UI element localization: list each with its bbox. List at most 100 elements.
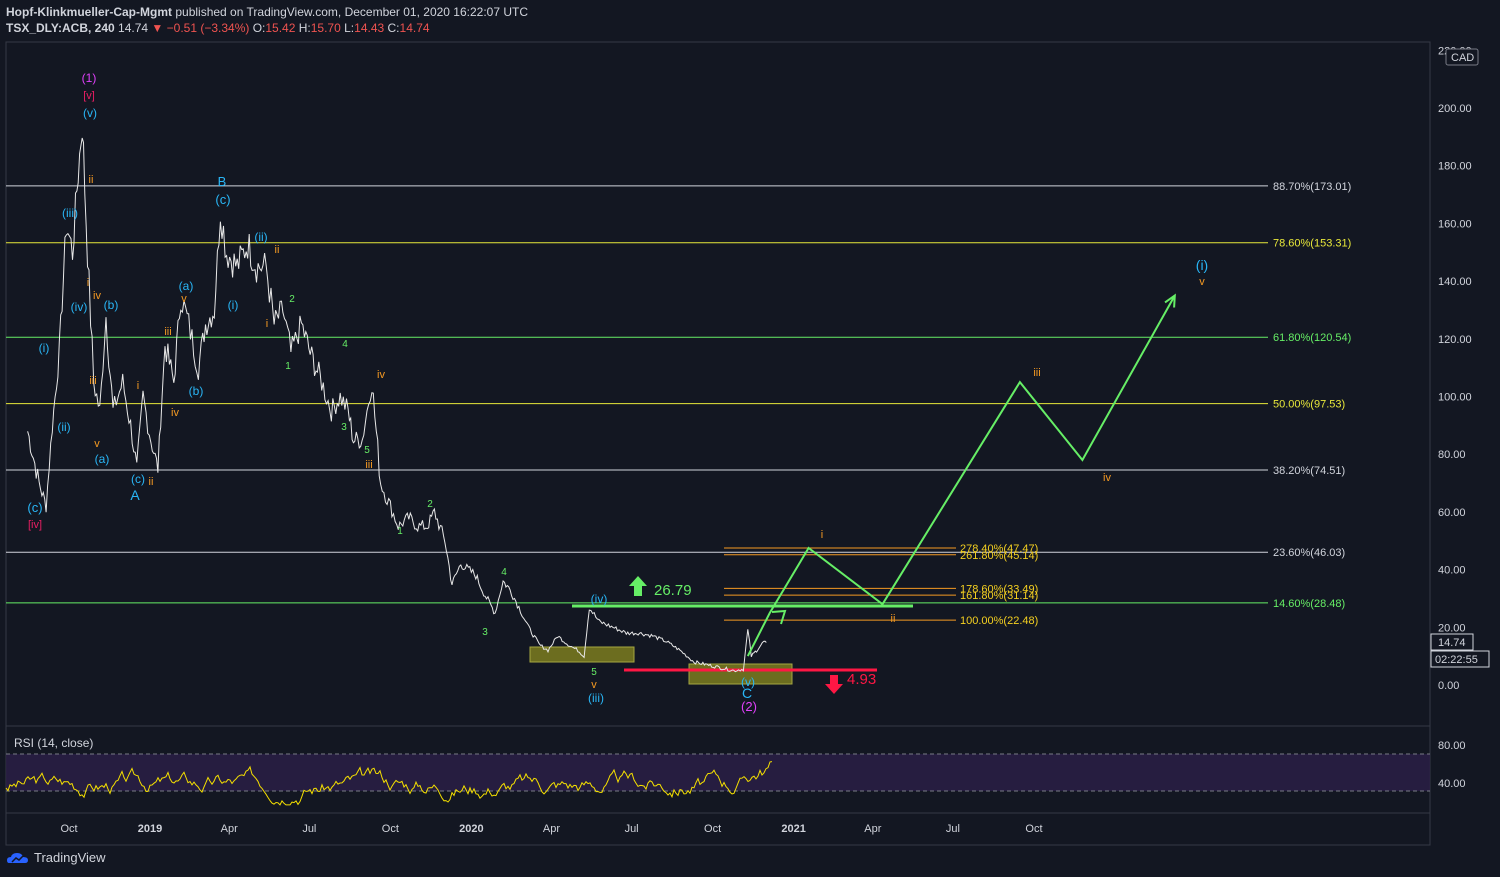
wave-label: i (821, 529, 823, 541)
countdown-text: 02:22:55 (1435, 654, 1478, 666)
price-tick-label: 60.00 (1438, 507, 1466, 519)
wave-label: iii (365, 459, 372, 471)
projection-start-arrowhead (771, 609, 787, 625)
ext-level-label: 261.80%(45.14) (960, 550, 1038, 562)
fib-level-label: 88.70%(173.01) (1273, 181, 1351, 193)
time-tick-label: Oct (704, 823, 721, 835)
rsi-label: RSI (14, close) (14, 736, 93, 750)
wave-label: (i) (228, 298, 239, 312)
wave-label: v (181, 293, 187, 305)
price-tick-label: 160.00 (1438, 218, 1472, 230)
price-tick-label: 140.00 (1438, 276, 1472, 288)
up-target-label: 26.79 (654, 582, 692, 599)
wave-label: 2 (427, 499, 433, 510)
wave-label: A (130, 487, 140, 503)
down-target-label: 4.93 (847, 671, 876, 688)
time-tick-label: Jul (302, 823, 316, 835)
wave-label: iv (93, 290, 101, 302)
wave-label: (ii) (254, 230, 267, 244)
time-axis: Oct 2019 Apr Jul Oct 2020 Apr Jul Oct 2021 Apr Jul O… (60, 823, 1042, 835)
tradingview-cloud-icon (7, 852, 28, 863)
wave-label: (i) (39, 341, 50, 355)
wave-label: v (591, 679, 597, 691)
wave-label: (c) (131, 472, 145, 486)
wave-label: (a) (95, 452, 110, 466)
wave-label: (b) (104, 298, 119, 312)
fib-level-label: 78.60%(153.31) (1273, 238, 1351, 250)
wave-label: (c) (215, 192, 230, 207)
price-tick-label: 20.00 (1438, 622, 1466, 634)
wave-label: (iii) (588, 691, 604, 705)
ext-level-label: 161.80%(31.14) (960, 590, 1038, 602)
wave-label: (b) (189, 384, 204, 398)
wave-label: 5 (364, 445, 370, 456)
fib-level-label: 61.80%(120.54) (1273, 332, 1351, 344)
wave-label: ii (891, 613, 896, 625)
rsi-tick-40: 40.00 (1438, 778, 1466, 790)
wave-label: (v) (83, 106, 97, 120)
wave-label: 1 (285, 361, 291, 372)
wave-label: iv (171, 407, 179, 419)
ext-level-label: 100.00%(22.48) (960, 615, 1038, 627)
wave-label: [iv] (28, 519, 42, 531)
fib-level-label: 23.60%(46.03) (1273, 547, 1345, 559)
price-tick-label: 180.00 (1438, 161, 1472, 173)
fib-levels: 88.70%(173.01) 78.60%(153.31) 61.80%(120.5… (6, 181, 1351, 610)
price-tick-label: 120.00 (1438, 334, 1472, 346)
wave-label: ii (149, 476, 154, 488)
price-chart[interactable]: RSI (14, close) 80.00 40.00 88.70%(173.0… (0, 0, 1500, 877)
wave-label: i (137, 380, 139, 392)
time-tick-label: Jul (625, 823, 639, 835)
wave-label: i (87, 277, 89, 289)
fib-level-label: 14.60%(28.48) (1273, 598, 1345, 610)
price-tick-label: 0.00 (1438, 680, 1459, 692)
wave-label: v (1199, 276, 1205, 288)
wave-label: iii (89, 375, 96, 387)
rsi-band (6, 754, 1430, 791)
price-tick-label: 100.00 (1438, 392, 1472, 404)
price-tick-label: 40.00 (1438, 565, 1466, 577)
wave-label: iii (1033, 367, 1040, 379)
wave-label: (iii) (62, 206, 78, 220)
price-tick-label: 200.00 (1438, 103, 1472, 115)
wave-label: (iv) (591, 592, 608, 606)
wave-label: B (218, 174, 227, 189)
wave-label: (iv) (71, 300, 88, 314)
time-tick-label: 2021 (781, 823, 805, 835)
rsi-tick-80: 80.00 (1438, 740, 1466, 752)
wave-label: ii (275, 244, 280, 256)
wave-label: 3 (341, 422, 347, 433)
chart-frame (5, 41, 1431, 846)
time-tick-label: 2019 (138, 823, 162, 835)
wave-label: 5 (591, 667, 597, 678)
wave-label: v (94, 438, 100, 450)
tradingview-logo[interactable]: TradingView (6, 850, 106, 865)
wave-label: ii (89, 174, 94, 186)
wave-label: i (266, 318, 268, 330)
time-tick-label: Oct (1025, 823, 1042, 835)
last-price-badge-text: 14.74 (1438, 637, 1466, 649)
wave-label: (a) (179, 279, 194, 293)
wave-label: 4 (342, 339, 348, 350)
wave-label: [v] (83, 90, 95, 102)
wave-label: 1 (397, 526, 403, 537)
price-axis: 220.00200.00180.00160.00140.00120.00100.… (1438, 45, 1472, 692)
time-tick-label: Oct (382, 823, 399, 835)
wave-label: (i) (1196, 257, 1208, 273)
wave-label: 2 (289, 294, 295, 305)
wave-label: iv (1103, 472, 1111, 484)
time-tick-label: Jul (946, 823, 960, 835)
wave-label: (ii) (57, 420, 70, 434)
wave-label: iv (377, 369, 385, 381)
wave-label: 3 (482, 627, 488, 638)
time-tick-label: Apr (864, 823, 881, 835)
wave-label: (1) (82, 71, 97, 85)
time-tick-label: 2020 (459, 823, 483, 835)
tradingview-logo-text: TradingView (34, 850, 106, 865)
up-arrow-icon (629, 576, 647, 596)
wave-label: iii (164, 326, 171, 338)
fib-level-label: 50.00%(97.53) (1273, 399, 1345, 411)
time-tick-label: Oct (60, 823, 77, 835)
fib-level-label: 38.20%(74.51) (1273, 465, 1345, 477)
wave-label: (2) (741, 699, 757, 714)
